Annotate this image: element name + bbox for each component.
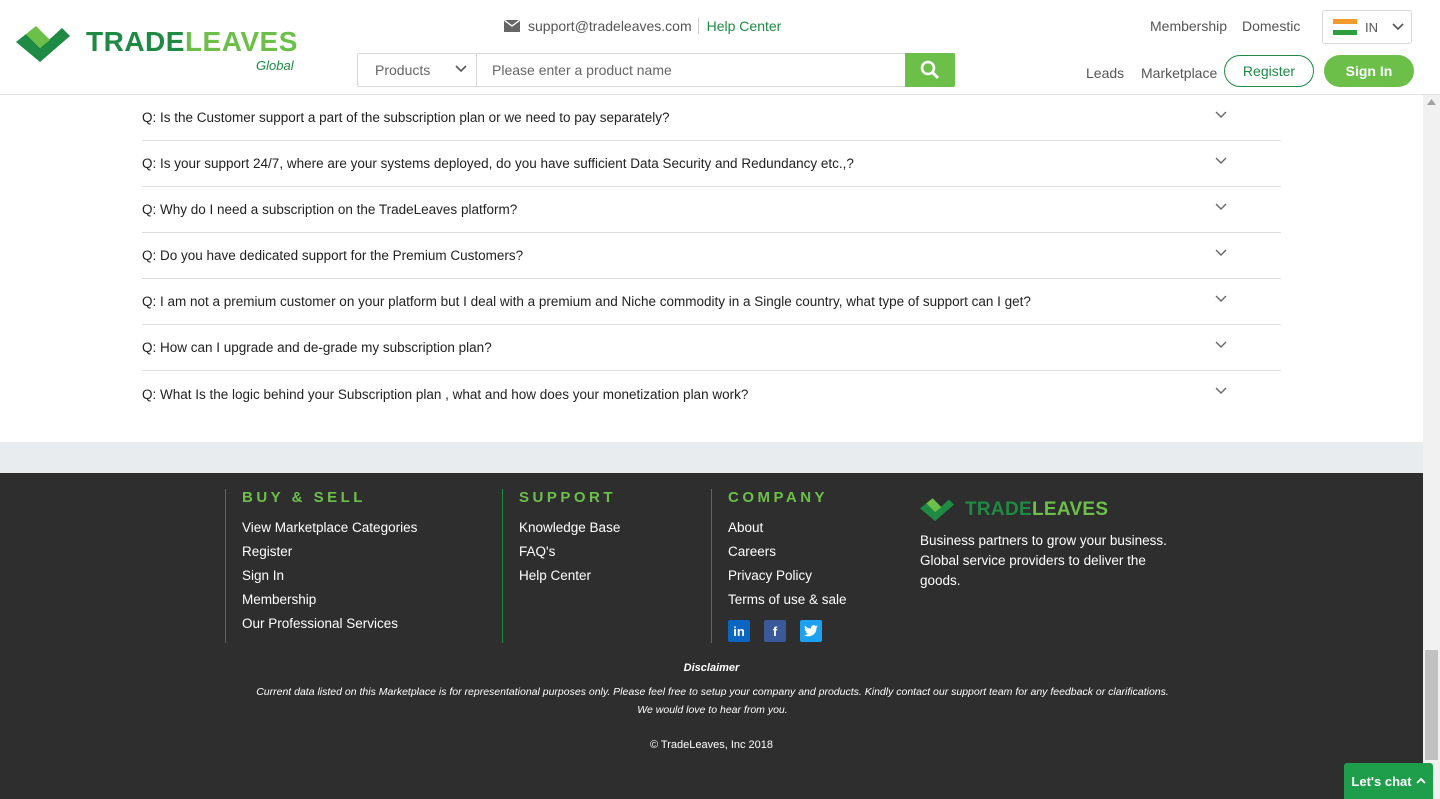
chevron-down-icon (1215, 157, 1227, 164)
faq-question: Q: Is your support 24/7, where are your … (142, 156, 854, 171)
support-email-link[interactable]: support@tradeleaves.com (528, 18, 699, 34)
lets-chat-button[interactable]: Let's chat (1344, 763, 1433, 799)
india-flag-icon (1333, 19, 1357, 35)
footer-link-terms[interactable]: Terms of use & sale (728, 588, 901, 612)
page-scrollbar[interactable] (1423, 95, 1440, 799)
disclaimer-title: Disclaimer (683, 662, 740, 674)
membership-link[interactable]: Membership (1150, 18, 1227, 34)
footer-column-title: SUPPORT (519, 489, 617, 506)
faq-item[interactable]: Q: How can I upgrade and de-grade my sub… (142, 325, 1281, 371)
chevron-down-icon (455, 65, 467, 73)
footer-column-title: BUY & SELL (242, 489, 366, 506)
footer-logo-wordmark: TRADELEAVES (965, 499, 1109, 520)
chevron-down-icon (1215, 111, 1227, 118)
faq-question: Q: Why do I need a subscription on the T… (142, 202, 518, 217)
footer-link-about[interactable]: About (728, 516, 901, 540)
help-center-link[interactable]: Help Center (707, 18, 782, 34)
faq-question: Q: Do you have dedicated support for the… (142, 248, 524, 263)
chat-label: Let's chat (1351, 773, 1412, 789)
faq-question: Q: How can I upgrade and de-grade my sub… (142, 340, 492, 355)
disclaimer-text: Current data listed on this Marketplace … (256, 686, 1169, 716)
footer-link-register[interactable]: Register (242, 540, 485, 564)
footer-description: Business partners to grow your business.… (920, 533, 1167, 588)
footer-link-faqs[interactable]: FAQ's (519, 540, 702, 564)
linkedin-icon[interactable]: in (728, 620, 750, 642)
search-category-select[interactable]: Products (358, 54, 477, 86)
footer-column-company: COMPANY About Careers Privacy Policy Ter… (711, 489, 901, 643)
mail-icon (504, 20, 520, 32)
chevron-down-icon (1215, 249, 1227, 256)
footer-link-professional-services[interactable]: Our Professional Services (242, 612, 485, 636)
footer-column-buy-sell: BUY & SELL View Marketplace Categories R… (225, 489, 485, 643)
chevron-up-icon (1415, 777, 1426, 784)
footer-link-careers[interactable]: Careers (728, 540, 901, 564)
marketplace-link[interactable]: Marketplace (1141, 65, 1217, 81)
contact-bar: support@tradeleaves.com Help Center (504, 12, 781, 40)
chevron-down-icon (1215, 203, 1227, 210)
section-divider-band (0, 442, 1423, 473)
footer-link-help-center[interactable]: Help Center (519, 564, 702, 588)
faq-item[interactable]: Q: Do you have dedicated support for the… (142, 233, 1281, 279)
leads-link[interactable]: Leads (1086, 65, 1124, 81)
country-code: IN (1365, 19, 1378, 35)
logo-wordmark: TRADELEAVES (86, 26, 298, 57)
faq-question: Q: What Is the logic behind your Subscri… (142, 386, 749, 402)
sign-in-button[interactable]: Sign In (1324, 55, 1414, 87)
footer-logo: TRADELEAVES (920, 497, 1108, 526)
search-category-value: Products (375, 62, 431, 78)
faq-item[interactable]: Q: Is your support 24/7, where are your … (142, 141, 1281, 187)
chevron-down-icon (1215, 341, 1227, 348)
footer-link-sign-in[interactable]: Sign In (242, 564, 485, 588)
twitter-icon[interactable] (800, 620, 822, 642)
faq-item[interactable]: Q: Why do I need a subscription on the T… (142, 187, 1281, 233)
scroll-thumb[interactable] (1425, 650, 1438, 760)
search-bar: Products (357, 53, 955, 87)
logo-leaf-icon (16, 26, 70, 62)
logo-leaf-icon (920, 498, 954, 521)
footer-column-title: COMPANY (728, 489, 829, 506)
chevron-down-icon (1392, 23, 1404, 31)
logo-subtitle: Global (256, 58, 294, 73)
footer-link-privacy-policy[interactable]: Privacy Policy (728, 564, 901, 588)
footer-link-membership[interactable]: Membership (242, 588, 485, 612)
social-links: in f (728, 620, 901, 642)
faq-question: Q: Is the Customer support a part of the… (142, 110, 670, 125)
faq-list: Q: Is the Customer support a part of the… (142, 95, 1281, 417)
copyright: © TradeLeaves, Inc 2018 (649, 739, 774, 751)
country-select[interactable]: IN (1322, 10, 1412, 44)
domestic-link[interactable]: Domestic (1242, 18, 1300, 34)
tradeleaves-logo[interactable]: TRADELEAVES Global (16, 22, 306, 78)
facebook-icon[interactable]: f (764, 620, 786, 642)
faq-item[interactable]: Q: I am not a premium customer on your p… (142, 279, 1281, 325)
chevron-down-icon (1215, 387, 1227, 394)
search-icon (920, 60, 940, 80)
footer-link-marketplace-categories[interactable]: View Marketplace Categories (242, 516, 485, 540)
scroll-up-arrow-icon[interactable] (1427, 99, 1436, 105)
chevron-down-icon (1215, 295, 1227, 302)
faq-item[interactable]: Q: Is the Customer support a part of the… (142, 95, 1281, 141)
register-button[interactable]: Register (1224, 55, 1314, 87)
faq-item[interactable]: Q: What Is the logic behind your Subscri… (142, 371, 1281, 417)
faq-question: Q: I am not a premium customer on your p… (142, 294, 1031, 309)
footer-column-support: SUPPORT Knowledge Base FAQ's Help Center (502, 489, 702, 643)
footer-link-knowledge-base[interactable]: Knowledge Base (519, 516, 702, 540)
site-footer: BUY & SELL View Marketplace Categories R… (0, 473, 1423, 799)
search-button[interactable] (905, 53, 955, 87)
site-header: TRADELEAVES Global support@tradeleaves.c… (0, 0, 1440, 95)
search-input[interactable] (477, 54, 905, 86)
